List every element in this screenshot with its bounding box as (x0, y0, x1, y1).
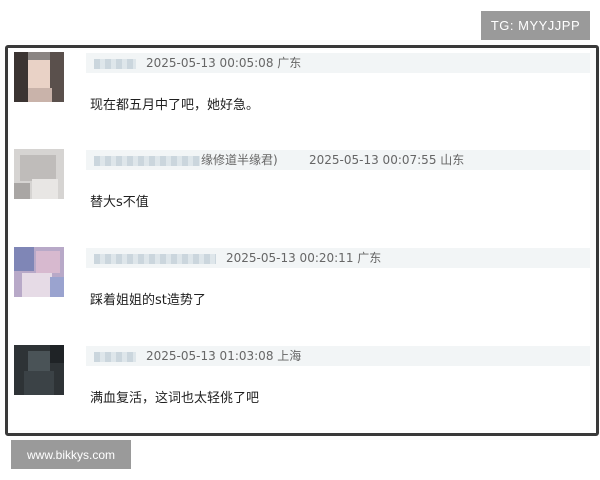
avatar[interactable] (14, 247, 64, 297)
avatar[interactable] (14, 345, 64, 395)
watermark-site-badge: www.bikkys.com (11, 440, 131, 469)
comment-timestamp-location: 2025-05-13 00:07:55 山东 (309, 153, 465, 167)
comment-meta-bar: 2025-05-13 01:03:08 上海 (86, 346, 590, 366)
watermark-tg-badge: TG: MYYJJPP (481, 11, 590, 40)
comment-meta-bar: 2025-05-13 00:20:11 广东 (86, 248, 590, 268)
comment-timestamp-location: 2025-05-13 00:05:08 广东 (146, 56, 302, 70)
blurred-username[interactable] (94, 59, 136, 69)
blurred-username[interactable] (94, 352, 136, 362)
avatar[interactable] (14, 149, 64, 199)
comment-text: 满血复活，这词也太轻佻了吧 (90, 391, 260, 406)
blurred-username[interactable] (94, 156, 200, 166)
avatar[interactable] (14, 52, 64, 102)
comment-list: 2025-05-13 00:05:08 广东 现在都五月中了吧，她好急。 缘修道… (5, 45, 599, 436)
blurred-username[interactable] (94, 254, 216, 264)
comment-meta-bar: 2025-05-13 00:05:08 广东 (86, 53, 590, 73)
comment-text: 踩着姐姐的st造势了 (90, 293, 206, 308)
comment-timestamp-location: 2025-05-13 01:03:08 上海 (146, 349, 302, 363)
username-suffix: 缘修道半缘君) (201, 153, 278, 167)
comment-text: 现在都五月中了吧，她好急。 (90, 98, 260, 113)
comment-meta-bar: 缘修道半缘君) 2025-05-13 00:07:55 山东 (86, 150, 590, 170)
comment-timestamp-location: 2025-05-13 00:20:11 广东 (226, 251, 382, 265)
comment-text: 替大s不值 (90, 195, 149, 210)
